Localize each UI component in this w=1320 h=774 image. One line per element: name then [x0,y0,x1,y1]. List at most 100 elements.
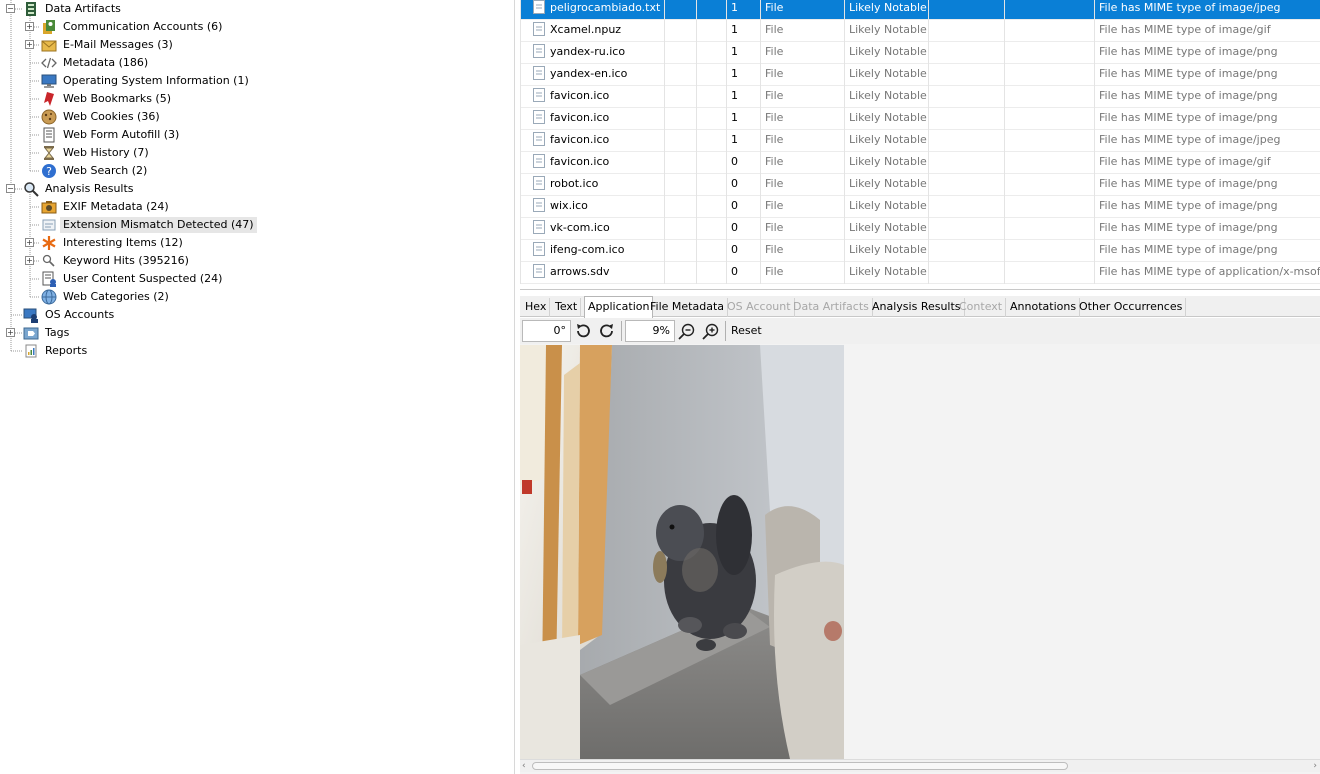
table-row[interactable]: peligrocambiado.txt 1 File Likely Notable Fi… [520,0,1320,20]
cell-type: File [760,86,844,108]
cell-type: File [760,218,844,240]
file-name: favicon.ico [550,111,610,124]
tree-node-web-bookmarks[interactable]: Web Bookmarks (5) [41,90,174,108]
computer-icon [41,74,57,88]
cell-empty [696,86,726,108]
table-row[interactable]: arrows.sdv 0 File Likely Notable File has MI… [520,262,1320,284]
table-row[interactable]: wix.ico 0 File Likely Notable File has MIME … [520,196,1320,218]
tree-node-email-messages[interactable]: E-Mail Messages (3) [41,36,176,54]
content-viewer-tabs: Hex Text Application File Metadata OS Ac… [520,296,1320,318]
cell-empty [664,174,696,196]
user-account-icon [23,308,38,323]
tab-os-account: OS Account [724,298,795,317]
file-icon [533,88,545,102]
directory-tree: − + + − + + + Data Artifacts Communicati… [0,0,515,774]
cell-name: arrows.sdv [520,262,664,284]
expand-communication-accounts-toggle[interactable]: + [25,22,34,31]
tree-node-analysis-results[interactable]: Analysis Results [23,180,137,198]
viewer-horizontal-scrollbar[interactable]: ‹ › [520,759,1320,772]
cell-score: Likely Notable [844,0,928,20]
rotate-left-icon[interactable] [573,321,593,341]
table-row[interactable]: yandex-en.ico 1 File Likely Notable File has… [520,64,1320,86]
table-row[interactable]: vk-com.ico 0 File Likely Notable File has MI… [520,218,1320,240]
tab-other-occurrences[interactable]: Other Occurrences [1076,298,1187,317]
zoom-field[interactable]: 9% [625,320,675,342]
cell-empty [696,218,726,240]
cell-count: 1 [726,64,760,86]
cell-score: Likely Notable [844,108,928,130]
expand-interesting-items-toggle[interactable]: + [25,238,34,247]
tree-node-user-content-suspected[interactable]: User Content Suspected (24) [41,270,225,288]
scroll-left-icon[interactable]: ‹ [522,760,526,772]
collapse-analysis-results-toggle[interactable]: − [6,184,15,193]
tree-node-web-categories[interactable]: Web Categories (2) [41,288,172,306]
table-row[interactable]: favicon.ico 0 File Likely Notable File has M… [520,152,1320,174]
tab-annotations[interactable]: Annotations [1007,298,1081,317]
expand-email-messages-toggle[interactable]: + [25,40,34,49]
cell-empty [664,240,696,262]
expand-keyword-hits-toggle[interactable]: + [25,256,34,265]
cell-empty [1004,20,1094,42]
expand-tags-toggle[interactable]: + [6,328,15,337]
tab-hex[interactable]: Hex [522,298,551,317]
tree-node-web-form-autofill[interactable]: Web Form Autofill (3) [41,126,182,144]
table-row[interactable]: favicon.ico 1 File Likely Notable File has M… [520,108,1320,130]
scroll-right-icon[interactable]: › [1313,760,1317,772]
table-row[interactable]: favicon.ico 1 File Likely Notable File has M… [520,130,1320,152]
tree-node-extension-mismatch[interactable]: Extension Mismatch Detected (47) [41,216,257,234]
cell-count: 0 [726,262,760,284]
table-row[interactable]: Xcamel.npuz 1 File Likely Notable File has M… [520,20,1320,42]
cell-count: 0 [726,196,760,218]
tree-node-metadata[interactable]: Metadata (186) [41,54,151,72]
cell-count: 0 [726,218,760,240]
cell-type: File [760,108,844,130]
table-row[interactable]: robot.ico 0 File Likely Notable File has MIM… [520,174,1320,196]
table-row[interactable]: favicon.ico 1 File Likely Notable File has M… [520,86,1320,108]
tree-node-keyword-hits[interactable]: Keyword Hits (395216) [41,252,192,270]
tree-node-interesting-items[interactable]: Interesting Items (12) [41,234,186,252]
tree-node-os-information[interactable]: Operating System Information (1) [41,72,252,90]
cell-empty [1004,42,1094,64]
cell-empty [664,108,696,130]
toolbar-separator [621,321,622,341]
tree-node-exif-metadata[interactable]: EXIF Metadata (24) [41,198,172,216]
tree-node-web-search[interactable]: ? Web Search (2) [41,162,150,180]
cell-empty [664,86,696,108]
scrollbar-thumb[interactable] [532,762,1068,770]
tree-node-communication-accounts[interactable]: Communication Accounts (6) [41,18,225,36]
cell-empty [1004,174,1094,196]
rotation-field[interactable]: 0° [522,320,571,342]
cell-score: Likely Notable [844,86,928,108]
reset-button[interactable]: Reset [731,324,762,337]
collapse-data-artifacts-toggle[interactable]: − [6,4,15,13]
cell-comment: File has MIME type of image/gif [1094,20,1320,42]
table-row[interactable]: yandex-ru.ico 1 File Likely Notable File has… [520,42,1320,64]
cell-empty [928,196,1004,218]
tab-file-metadata[interactable]: File Metadata [647,298,728,317]
cell-empty [928,0,1004,20]
tree-node-web-history[interactable]: Web History (7) [41,144,152,162]
tab-text[interactable]: Text [552,298,582,317]
file-name: favicon.ico [550,133,610,146]
cell-name: vk-com.ico [520,218,664,240]
tab-data-artifacts: Data Artifacts [790,298,873,317]
tab-application[interactable]: Application [584,296,654,318]
zoom-in-icon[interactable] [701,321,721,341]
tab-analysis-results[interactable]: Analysis Results [869,298,965,317]
file-name: yandex-ru.ico [550,45,626,58]
results-table: peligrocambiado.txt 1 File Likely Notable Fi… [520,0,1320,290]
tree-node-reports[interactable]: Reports [23,342,90,360]
tree-node-data-artifacts[interactable]: Data Artifacts [23,0,124,18]
file-icon [533,132,545,146]
file-name: yandex-en.ico [550,67,628,80]
rotate-right-icon[interactable] [597,321,617,341]
zoom-out-icon[interactable] [677,321,697,341]
user-document-icon [42,271,56,287]
file-icon [533,22,545,36]
tree-node-web-cookies[interactable]: Web Cookies (36) [41,108,163,126]
tree-node-os-accounts[interactable]: OS Accounts [23,306,117,324]
table-row[interactable]: ifeng-com.ico 0 File Likely Notable File has… [520,240,1320,262]
cell-empty [696,20,726,42]
cell-empty [1004,152,1094,174]
tree-node-tags[interactable]: Tags [23,324,72,342]
